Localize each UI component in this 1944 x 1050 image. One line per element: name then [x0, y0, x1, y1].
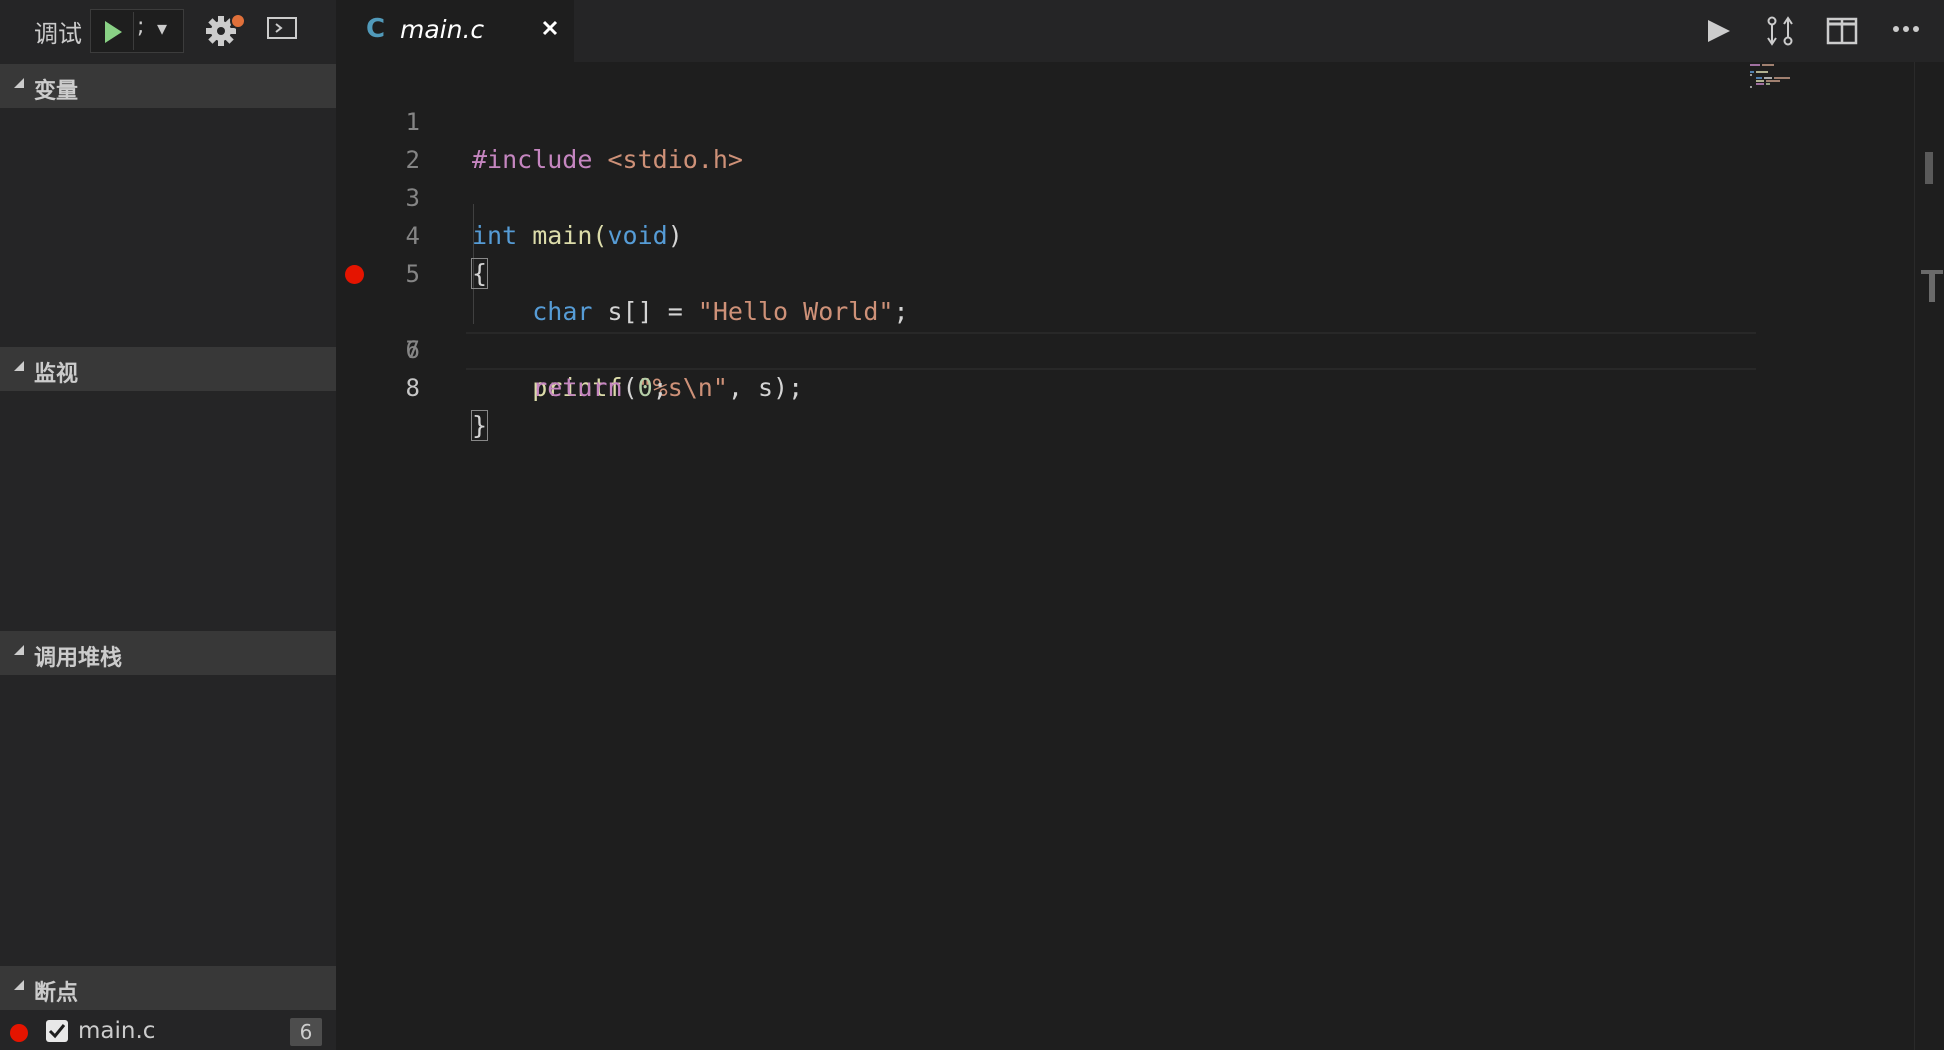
run-icon [1708, 20, 1730, 42]
code-line: 2 [336, 103, 1756, 174]
collapse-triangle-icon [14, 980, 24, 990]
breakpoint-glyph[interactable] [345, 265, 364, 284]
open-changes-icon [1767, 16, 1793, 46]
open-changes-button[interactable] [1760, 14, 1800, 48]
watch-section-label: 监视 [34, 362, 79, 387]
close-tab-button[interactable] [536, 12, 564, 44]
variables-section-label: 变量 [34, 79, 79, 104]
play-icon [105, 21, 122, 43]
callstack-section-label: 调用堆栈 [34, 646, 123, 671]
checkmark-icon [48, 1024, 66, 1039]
code-line: 8 } [336, 331, 1756, 441]
gear-icon [206, 13, 246, 46]
code-editor[interactable]: 1 #include <stdio.h> 2 3 int main(void) … [336, 62, 1944, 1050]
split-editor-icon [1826, 17, 1858, 45]
debug-config-select[interactable]: ; [137, 14, 144, 39]
breakpoint-list-item[interactable]: main.c 6 [0, 1014, 336, 1050]
collapse-triangle-icon [14, 645, 24, 655]
scrollbar-thumb[interactable] [1925, 152, 1933, 184]
breakpoint-file-name: main.c [78, 1018, 156, 1044]
breakpoint-dot-icon [10, 1024, 28, 1042]
split-editor-button[interactable] [1822, 14, 1862, 48]
breakpoint-line-badge: 6 [290, 1018, 322, 1046]
chevron-down-icon[interactable]: ▾ [157, 16, 167, 40]
code-line: 5 char s[] = "Hello World"; [336, 217, 1756, 326]
tab-main-c[interactable]: C main.c [336, 0, 574, 62]
watch-section-header[interactable]: 监视 [0, 347, 336, 391]
collapse-triangle-icon [14, 361, 24, 371]
editor-tab-bar: C main.c [336, 0, 1944, 62]
code-line: 4 { [336, 179, 1756, 289]
number-literal: 0 [637, 373, 653, 402]
debug-toolbar: 调试 ; ▾ [0, 0, 336, 64]
close-icon [542, 20, 558, 36]
debug-sidebar: 调试 ; ▾ 变量 监视 调用堆栈 断点 main.c 6 [0, 0, 336, 1050]
code-line: 1 #include <stdio.h> [336, 65, 1756, 174]
breakpoints-section-label: 断点 [34, 981, 79, 1006]
debug-title: 调试 [34, 20, 82, 48]
more-actions-icon [1893, 26, 1919, 32]
tab-label: main.c [400, 15, 485, 44]
variables-section-header[interactable]: 变量 [0, 64, 336, 108]
minimap[interactable] [1748, 62, 1858, 122]
breakpoint-enabled-checkbox[interactable] [46, 1020, 68, 1042]
code-line: 6 printf("%s\n", s); [336, 255, 1756, 402]
arguments: , s); [727, 373, 804, 402]
cursor-position-marker [1929, 274, 1935, 302]
watch-panel [0, 391, 336, 627]
debug-config-group: ; ▾ [90, 9, 184, 53]
close-brace: } [470, 410, 489, 441]
variables-panel [0, 108, 336, 344]
line-number: 8 [405, 374, 420, 402]
debug-console-icon [267, 17, 297, 39]
c-language-icon: C [366, 14, 386, 44]
return-keyword: return [532, 373, 623, 402]
vertical-scrollbar[interactable] [1914, 62, 1944, 1050]
debug-console-button[interactable] [266, 14, 300, 44]
debug-settings-button[interactable] [204, 12, 248, 50]
code-line: 7 return 0; [336, 293, 1756, 402]
collapse-triangle-icon [14, 78, 24, 88]
code-line: 3 int main(void) [336, 141, 1756, 250]
semicolon: ; [652, 373, 668, 402]
callstack-panel [0, 675, 336, 965]
more-actions-button[interactable] [1886, 14, 1926, 48]
callstack-section-header[interactable]: 调用堆栈 [0, 631, 336, 675]
start-debugging-button[interactable] [93, 12, 134, 50]
breakpoints-section-header[interactable]: 断点 [0, 966, 336, 1010]
run-button[interactable] [1698, 14, 1738, 48]
